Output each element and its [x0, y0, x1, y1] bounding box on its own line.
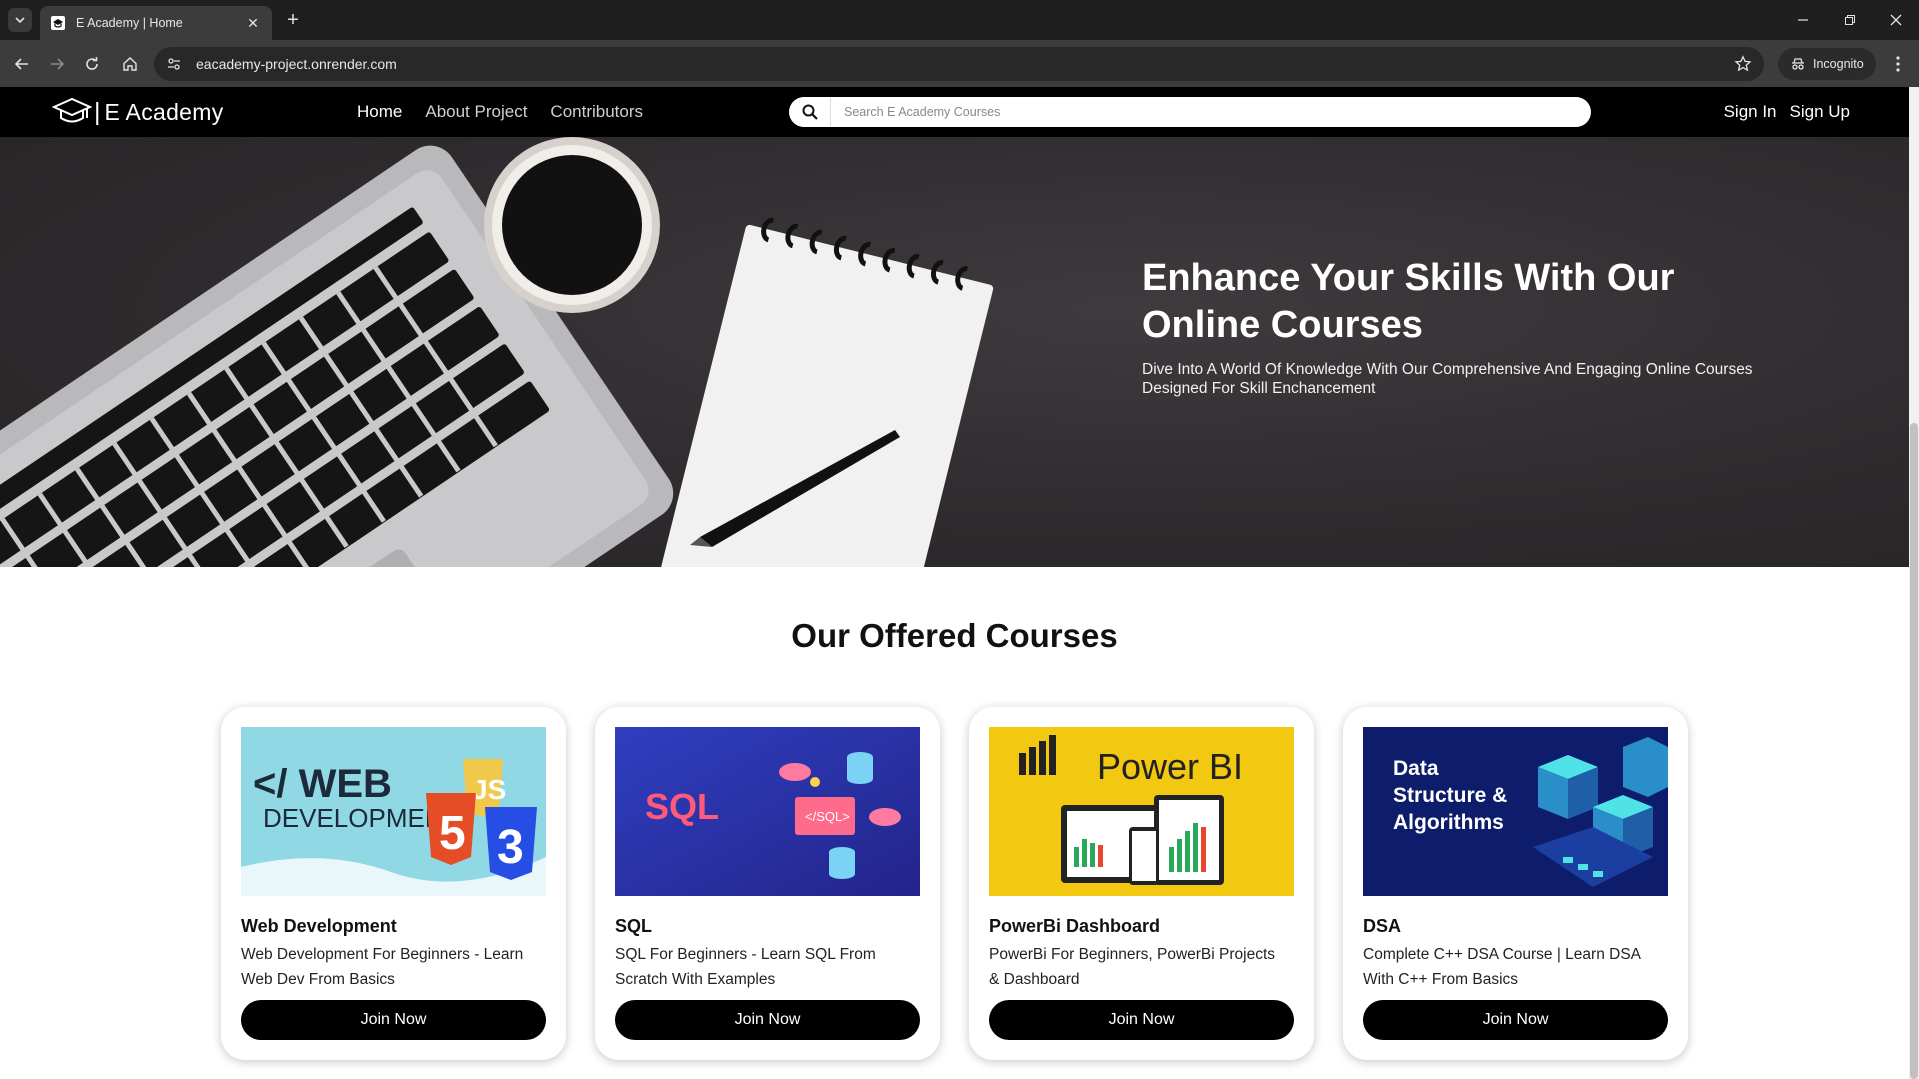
sign-in-link[interactable]: Sign In: [1724, 102, 1777, 122]
sql-image-text-1: SQL: [645, 786, 719, 827]
minimize-button[interactable]: [1780, 0, 1826, 40]
url-text: eacademy-project.onrender.com: [196, 56, 397, 72]
close-window-icon: [1890, 14, 1902, 26]
course-description: Complete C++ DSA Course | Learn DSA With…: [1363, 946, 1641, 988]
web-image-text-4: 3: [497, 821, 524, 874]
scrollbar-thumb[interactable]: [1910, 423, 1918, 1079]
cloud-icon: [869, 808, 901, 826]
minimize-icon: [1798, 19, 1808, 21]
course-title: SQL: [615, 916, 653, 936]
chevron-down-icon: [15, 17, 25, 24]
restore-icon: [1845, 15, 1855, 25]
join-now-button[interactable]: Join Now: [1363, 1000, 1668, 1040]
close-window-button[interactable]: [1873, 0, 1919, 40]
forward-icon: [51, 58, 65, 70]
site-logo[interactable]: | E Academy: [52, 96, 224, 128]
back-icon: [14, 58, 28, 70]
course-card-sql: SQL </SQL> SQL SQL For Beginners - Learn…: [595, 707, 940, 1060]
restore-button[interactable]: [1827, 0, 1873, 40]
close-icon[interactable]: ✕: [244, 15, 262, 32]
hero-subtitle-line-2: Designed For Skill Enchancement: [1142, 380, 1376, 397]
nav-link-about-project[interactable]: About Project: [425, 102, 527, 122]
home-icon: [123, 57, 137, 71]
forward-button[interactable]: [42, 49, 72, 79]
tab-search-button[interactable]: [8, 8, 32, 32]
hero-image: [0, 137, 994, 567]
course-card-powerbi: Power BI PowerBi Dashboard PowerBi For B…: [969, 707, 1314, 1060]
browser-tab-active[interactable]: E Academy | Home ✕: [40, 6, 272, 40]
dsa-image-text-2: Structure &: [1393, 784, 1507, 807]
course-description: PowerBi For Beginners, PowerBi Projects …: [989, 946, 1276, 988]
course-image-dsa: Data Structure & Algorithms: [1363, 727, 1668, 896]
browser-toolbar: eacademy-project.onrender.com Incognito: [0, 40, 1919, 87]
join-now-button[interactable]: Join Now: [241, 1000, 546, 1040]
star-icon[interactable]: [1734, 55, 1752, 73]
nav-link-contributors[interactable]: Contributors: [550, 102, 643, 122]
hero-title-line-2: Online Courses: [1142, 304, 1423, 346]
browser-tab-bar: E Academy | Home ✕ +: [0, 0, 1919, 40]
incognito-badge[interactable]: Incognito: [1778, 48, 1876, 80]
course-image-sql: SQL </SQL>: [615, 727, 920, 896]
cloud-icon: [779, 763, 811, 781]
hero-text: Enhance Your Skills With Our Online Cour…: [1142, 255, 1862, 398]
kebab-menu-icon[interactable]: [1888, 52, 1908, 76]
search-button[interactable]: [789, 97, 831, 127]
auth-links: Sign In Sign Up: [1724, 102, 1850, 122]
incognito-label: Incognito: [1813, 57, 1864, 71]
incognito-icon: [1792, 58, 1804, 70]
hero-subtitle: Dive Into A World Of Knowledge With Our …: [1142, 360, 1862, 398]
site-info-icon[interactable]: [166, 56, 182, 72]
graduation-cap-icon: [52, 97, 92, 123]
web-page: | E Academy Home About Project Contribut…: [0, 87, 1909, 1079]
home-button[interactable]: [115, 49, 145, 79]
dsa-image-text-1: Data: [1393, 757, 1439, 780]
reload-icon: [86, 57, 98, 70]
course-description: Web Development For Beginners - Learn We…: [241, 946, 524, 988]
tab-title: E Academy | Home: [76, 16, 183, 30]
course-title: PowerBi Dashboard: [989, 916, 1161, 936]
hero-banner: Enhance Your Skills With Our Online Cour…: [0, 137, 1909, 567]
web-image-text-5: JS: [472, 774, 506, 805]
hero-subtitle-line-1: Dive Into A World Of Knowledge With Our …: [1142, 361, 1753, 378]
course-image-web-development: </ WEB DEVELOPMENT> JS 5 3: [241, 727, 546, 896]
search-input[interactable]: [831, 105, 1591, 119]
web-image-text-1: </ WEB: [253, 762, 392, 806]
sql-image-text-2: </SQL>: [805, 809, 850, 824]
logo-divider: |: [94, 97, 101, 126]
site-navbar: | E Academy Home About Project Contribut…: [0, 87, 1909, 137]
plus-icon[interactable]: +: [282, 9, 304, 31]
course-title: DSA: [1363, 916, 1402, 936]
search-bar: [789, 97, 1591, 127]
join-now-button[interactable]: Join Now: [989, 1000, 1294, 1040]
site-favicon-icon: [50, 15, 66, 31]
join-now-button[interactable]: Join Now: [615, 1000, 920, 1040]
reload-button[interactable]: [77, 49, 107, 79]
course-description: SQL For Beginners - Learn SQL From Scrat…: [615, 946, 876, 988]
powerbi-image-text-1: Power BI: [1097, 746, 1243, 787]
sign-up-link[interactable]: Sign Up: [1790, 102, 1850, 122]
nav-link-home[interactable]: Home: [357, 102, 402, 122]
section-title: Our Offered Courses: [791, 617, 1118, 654]
web-image-text-3: 5: [439, 807, 466, 860]
main-nav: Home About Project Contributors: [357, 102, 643, 122]
back-button[interactable]: [7, 49, 37, 79]
course-card-web-development: </ WEB DEVELOPMENT> JS 5 3 Web Developme…: [221, 707, 566, 1060]
course-image-powerbi: Power BI: [989, 727, 1294, 896]
dsa-image-text-3: Algorithms: [1393, 811, 1504, 834]
course-card-dsa: Data Structure & Algorithms DSA Complete…: [1343, 707, 1688, 1060]
logo-text: E Academy: [104, 98, 224, 125]
hero-title-line-1: Enhance Your Skills With Our: [1142, 257, 1675, 299]
course-title: Web Development: [241, 916, 397, 936]
hero-title: Enhance Your Skills With Our Online Cour…: [1142, 255, 1862, 349]
address-bar[interactable]: eacademy-project.onrender.com: [154, 47, 1764, 81]
page-scrollbar[interactable]: [1909, 87, 1919, 1079]
search-icon: [802, 104, 818, 120]
